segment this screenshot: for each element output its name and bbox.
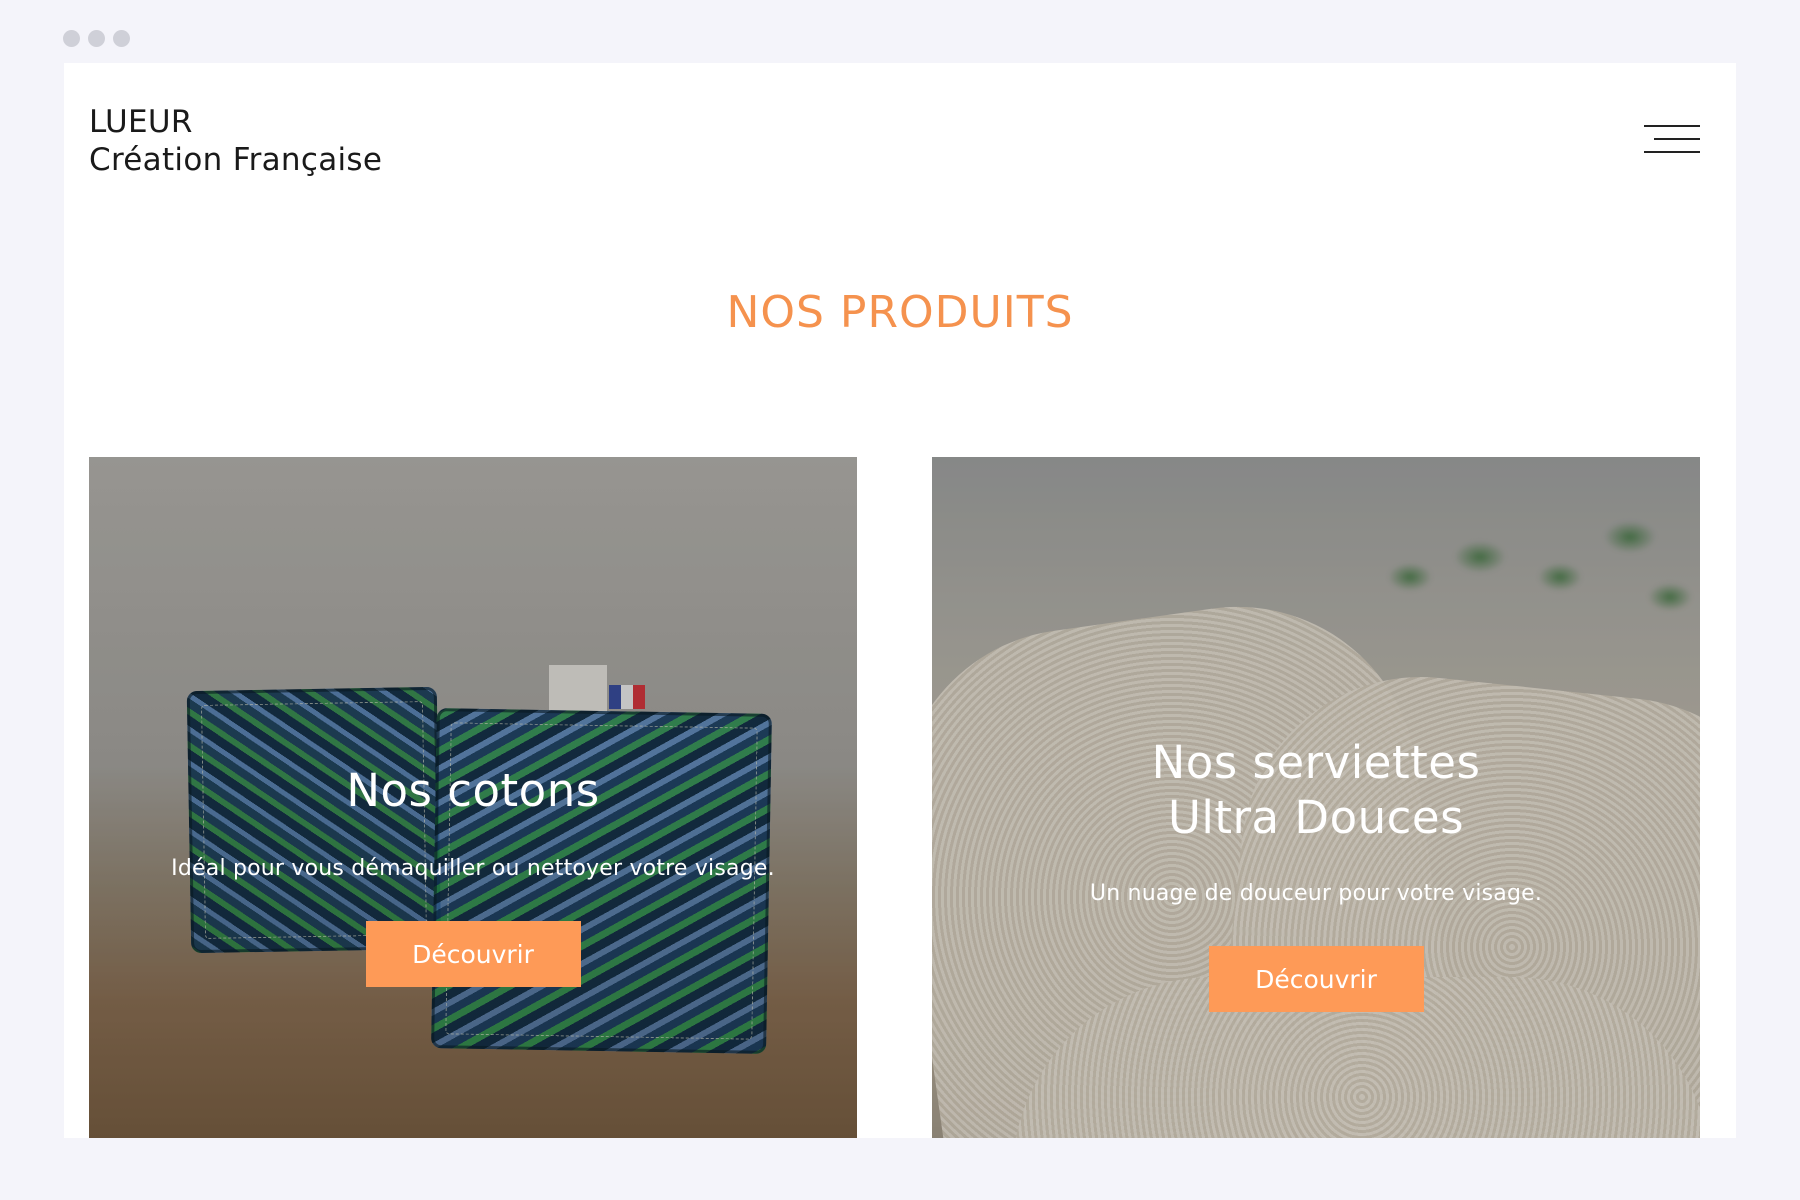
window-controls — [63, 30, 130, 47]
menu-line — [1644, 151, 1700, 153]
product-card-serviettes[interactable]: Nos serviettes Ultra Douces Un nuage de … — [932, 457, 1700, 1138]
product-title-line: Nos serviettes — [1151, 736, 1481, 789]
page: LUEUR Création Française NOS PRODUITS No… — [64, 63, 1736, 1138]
section-title: NOS PRODUITS — [726, 287, 1074, 338]
product-title: Nos cotons — [89, 763, 857, 818]
menu-line — [1654, 138, 1700, 140]
product-card-cotons[interactable]: Nos cotons Idéal pour vous démaquiller o… — [89, 457, 857, 1138]
brand-tagline: Création Française — [89, 142, 383, 178]
menu-line — [1644, 125, 1700, 127]
brand-name: LUEUR — [89, 104, 193, 140]
product-title-line: Ultra Douces — [1167, 791, 1465, 844]
brand-logo[interactable]: LUEUR Création Française — [89, 103, 382, 179]
product-title-line: Nos cotons — [346, 764, 600, 817]
hamburger-menu-icon[interactable] — [1644, 123, 1700, 157]
discover-button-cotons[interactable]: Découvrir — [365, 921, 581, 987]
window-dot-icon — [88, 30, 105, 47]
product-card-content: Nos serviettes Ultra Douces Un nuage de … — [932, 735, 1700, 1012]
product-description: Un nuage de douceur pour votre visage. — [1089, 881, 1543, 906]
product-description: Idéal pour vous démaquiller ou nettoyer … — [171, 856, 775, 881]
discover-button-serviettes[interactable]: Découvrir — [1208, 946, 1424, 1012]
product-card-content: Nos cotons Idéal pour vous démaquiller o… — [89, 763, 857, 987]
window-dot-icon — [113, 30, 130, 47]
product-title: Nos serviettes Ultra Douces — [932, 735, 1700, 845]
window-dot-icon — [63, 30, 80, 47]
